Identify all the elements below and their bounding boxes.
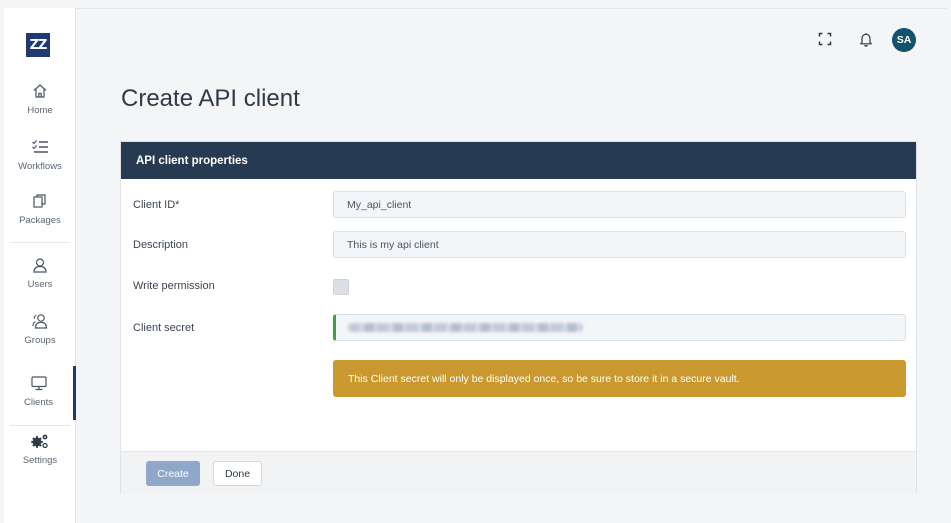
sidebar-item-label: Clients	[23, 397, 54, 408]
client-secret-redacted-value	[348, 323, 583, 332]
sidebar-item-clients[interactable]: Clients	[4, 366, 76, 420]
write-permission-label: Write permission	[133, 280, 215, 292]
user-icon	[29, 254, 51, 276]
warning-text: This Client secret will only be displaye…	[348, 372, 740, 385]
client-secret-label: Client secret	[133, 322, 195, 334]
sidebar-item-groups[interactable]: Groups	[4, 310, 76, 360]
home-icon	[29, 80, 51, 102]
groups-icon	[29, 310, 51, 332]
bell-icon[interactable]	[857, 30, 875, 48]
api-client-form-card: API client properties Client ID* My_api_…	[120, 141, 917, 494]
sidebar-item-label: Groups	[24, 335, 56, 346]
client-id-input[interactable]: My_api_client	[333, 191, 906, 218]
description-value: This is my api client	[347, 238, 439, 251]
sidebar-item-label: Packages	[19, 215, 61, 226]
packages-icon	[29, 190, 51, 212]
user-avatar[interactable]: SA	[892, 28, 916, 52]
client-id-value: My_api_client	[347, 198, 412, 211]
sidebar-item-label: Workflows	[18, 161, 62, 172]
sidebar-item-label: Settings	[22, 455, 58, 466]
create-button[interactable]: Create	[146, 461, 200, 486]
fullscreen-icon[interactable]	[816, 30, 834, 48]
sidebar-item-workflows[interactable]: Workflows	[4, 136, 76, 186]
client-secret-warning: This Client secret will only be displaye…	[333, 360, 906, 397]
sidebar-divider	[10, 242, 70, 243]
sidebar-item-label: Users	[27, 279, 53, 290]
app-logo[interactable]: ZZ	[26, 33, 50, 57]
description-input[interactable]: This is my api client	[333, 231, 906, 258]
card-header: API client properties	[121, 142, 916, 179]
sidebar-item-settings[interactable]: Settings	[4, 430, 76, 480]
page-title: Create API client	[121, 85, 300, 112]
sidebar-item-label: Home	[27, 105, 53, 116]
gears-icon	[29, 430, 51, 452]
sidebar-item-users[interactable]: Users	[4, 254, 76, 304]
description-label: Description	[133, 239, 189, 251]
sidebar: ZZ Home Workflows Packages Users Groups	[4, 8, 76, 523]
write-permission-checkbox[interactable]	[333, 279, 349, 295]
sidebar-item-home[interactable]: Home	[4, 80, 76, 130]
monitor-icon	[28, 372, 50, 394]
workflows-icon	[29, 136, 51, 158]
sidebar-divider	[10, 425, 70, 426]
card-footer: Create Done	[121, 451, 916, 494]
client-secret-input[interactable]	[333, 314, 906, 341]
client-id-label: Client ID*	[133, 199, 180, 211]
done-button[interactable]: Done	[213, 461, 262, 486]
sidebar-item-packages[interactable]: Packages	[4, 190, 76, 240]
